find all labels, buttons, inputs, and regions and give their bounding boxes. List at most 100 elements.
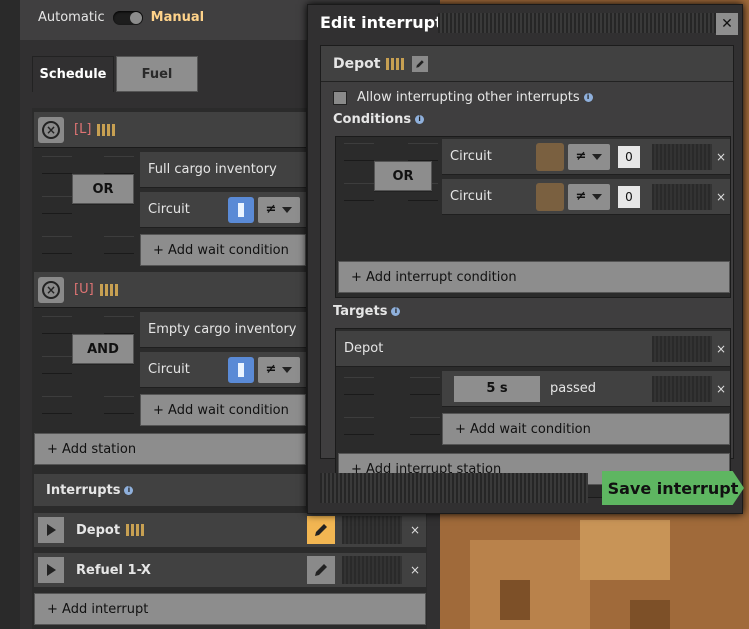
wait-conditions: OR Full cargo inventory Circuit ≠ + Add … [40,150,308,268]
allow-interrupting-checkbox[interactable] [333,90,347,105]
comparator-select[interactable]: ≠ [258,356,300,383]
play-icon[interactable] [38,517,64,543]
remove-station-icon[interactable]: × [38,116,64,143]
info-icon[interactable]: i [415,115,425,124]
drag-handle[interactable] [342,556,402,584]
add-wait-condition-button[interactable]: + Add wait condition [140,394,306,426]
dialog-drag-handle[interactable] [438,13,718,33]
train-stop-icon [386,56,406,72]
interrupt-name: Refuel 1-X [76,562,151,578]
remove-target-icon[interactable]: × [712,342,730,356]
remove-condition-icon[interactable]: × [712,190,730,204]
conditions-label: Conditions i [333,112,425,127]
manual-label: Manual [150,10,205,25]
targets-label: Targets i [333,304,401,319]
passed-label: passed [550,381,597,396]
condition-circuit[interactable]: Circuit ≠ 0 × [442,179,730,215]
condition-circuit[interactable]: Circuit ≠ 0 × [442,139,730,175]
condition-circuit[interactable]: Circuit ≠ [140,192,306,228]
rename-pencil-icon[interactable] [412,55,429,72]
drag-handle[interactable] [342,516,402,544]
add-wait-condition-button[interactable]: + Add wait condition [442,413,730,445]
train-stop-icon [126,522,146,538]
signal-i-icon[interactable] [228,196,254,223]
allow-interrupting-row[interactable]: Allow interrupting other interrupts i [333,90,593,105]
dialog-footer: Save interrupt [320,471,744,505]
station-row[interactable]: × [U] [34,272,306,308]
condition-empty-cargo[interactable]: Empty cargo inventory [140,312,306,348]
play-icon[interactable] [38,557,64,583]
remove-condition-icon[interactable]: × [712,150,730,164]
info-icon[interactable]: i [583,93,593,102]
logic-or-button[interactable]: OR [374,161,432,191]
wait-time-condition[interactable]: 5 s passed × [442,371,730,407]
signal-multi-icon[interactable] [536,142,564,171]
drag-handle[interactable] [652,335,712,362]
target-station-name: Depot [344,341,384,356]
conditions-text: Conditions [333,112,412,127]
condition-label: Circuit [148,362,190,377]
chevron-down-icon [592,153,603,160]
remove-interrupt-icon[interactable]: × [406,556,424,584]
train-stop-icon [97,122,117,138]
station-name: [L] [74,122,92,137]
info-icon[interactable]: i [124,485,134,495]
chevron-down-icon [592,193,603,200]
interrupt-name: Depot [76,522,121,538]
constant-input[interactable]: 0 [618,145,640,168]
tab-schedule[interactable]: Schedule [32,56,114,92]
edit-pencil-icon[interactable] [307,556,335,584]
logic-and-button[interactable]: AND [72,334,134,364]
comparator-value: ≠ [575,189,587,204]
comparator-select[interactable]: ≠ [568,183,610,210]
logic-or-button[interactable]: OR [72,174,134,204]
wait-conditions: AND Empty cargo inventory Circuit ≠ + Ad… [40,310,308,428]
remove-station-icon[interactable]: × [38,276,64,303]
drag-handle[interactable] [652,143,712,170]
allow-interrupting-label: Allow interrupting other interrupts [357,90,580,105]
condition-full-cargo[interactable]: Full cargo inventory [140,152,306,188]
save-interrupt-button[interactable]: Save interrupt [602,471,744,505]
signal-i-icon[interactable] [228,356,254,383]
add-wait-condition-button[interactable]: + Add wait condition [140,234,306,266]
station-name: [U] [74,282,94,297]
add-interrupt-condition-button[interactable]: + Add interrupt condition [338,261,730,293]
add-station-button[interactable]: + Add station [34,433,306,465]
tab-fuel[interactable]: Fuel [116,56,198,92]
wait-time-input[interactable]: 5 s [454,375,540,402]
edit-pencil-icon[interactable] [307,516,335,544]
comparator-select[interactable]: ≠ [568,143,610,170]
footer-drag-handle[interactable] [320,473,588,503]
edit-interrupt-dialog: Edit interrupt ✕ Depot Allow interruptin… [307,4,744,514]
chevron-down-icon [282,206,293,213]
dialog-title: Edit interrupt [320,13,443,32]
targets-text: Targets [333,304,388,319]
comparator-value: ≠ [575,149,587,164]
target-station-row[interactable]: Depot × [336,331,730,367]
comparator-select[interactable]: ≠ [258,196,300,223]
comparator-value: ≠ [265,362,277,377]
mode-toggle[interactable] [112,10,143,25]
interrupts-header: Interrupts i [34,474,306,506]
interrupt-name-header: Depot [321,46,733,82]
remove-condition-icon[interactable]: × [712,382,730,396]
condition-label: Circuit [450,149,492,164]
info-icon[interactable]: i [391,307,401,316]
drag-handle[interactable] [652,183,712,210]
mode-toggle-row: Automatic Manual [38,10,204,25]
remove-interrupt-icon[interactable]: × [406,516,424,544]
constant-input[interactable]: 0 [618,185,640,208]
add-interrupt-button[interactable]: + Add interrupt [34,593,426,625]
interrupt-conditions: OR Circuit ≠ 0 × Circuit ≠ 0 × + Add int… [335,136,731,298]
signal-multi-icon[interactable] [536,182,564,211]
close-icon[interactable]: ✕ [716,13,738,35]
drag-handle[interactable] [652,375,712,402]
condition-label: Circuit [450,189,492,204]
automatic-label: Automatic [38,10,105,25]
condition-circuit[interactable]: Circuit ≠ [140,352,306,388]
train-stop-icon [99,282,120,298]
condition-label: Circuit [148,202,190,217]
station-row[interactable]: × [L] [34,112,306,148]
dialog-body: Depot Allow interrupting other interrupt… [320,45,734,498]
chevron-down-icon [282,366,293,373]
